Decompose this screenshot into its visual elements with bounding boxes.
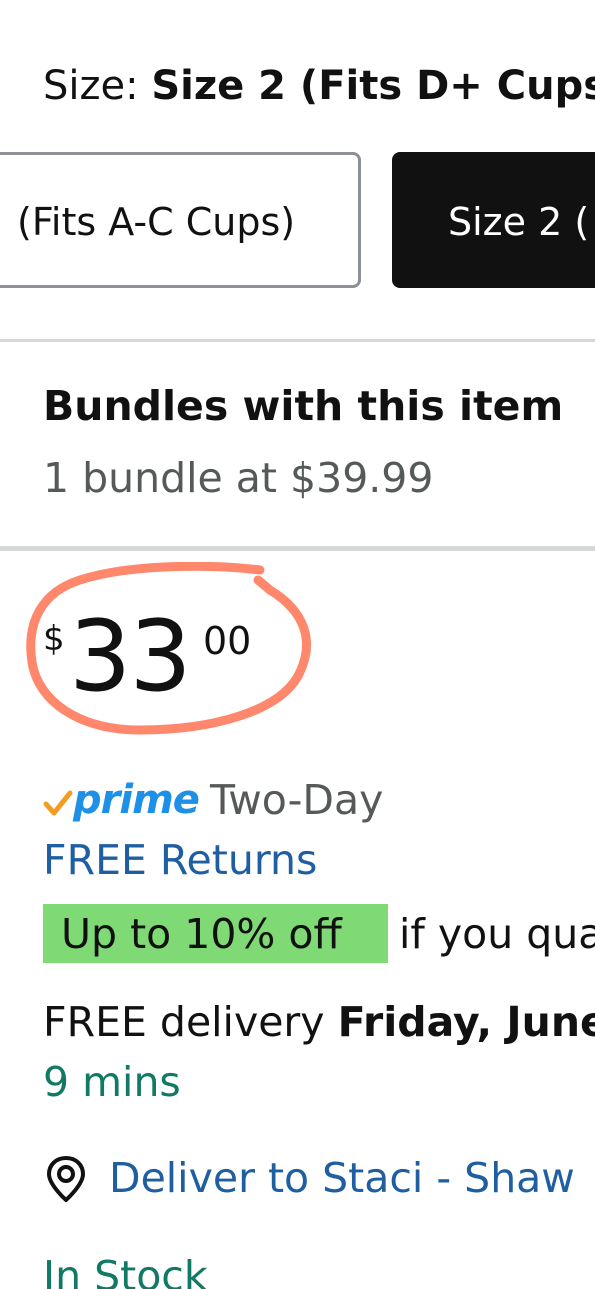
size-label: Size: xyxy=(43,63,152,109)
discount-badge: Up to 10% off xyxy=(43,904,388,963)
bundles-subtitle[interactable]: 1 bundle at $39.99 xyxy=(43,450,433,506)
section-divider xyxy=(0,339,595,342)
size-option-a-c[interactable]: (Fits A-C Cups) xyxy=(0,152,361,288)
bundles-title[interactable]: Bundles with this item xyxy=(43,378,563,434)
size-option-size-2-selected[interactable]: Size 2 ( xyxy=(392,152,595,288)
delivery-info: FREE delivery Friday, June xyxy=(43,994,595,1050)
section-divider xyxy=(0,546,595,551)
delivery-prefix: FREE delivery xyxy=(43,998,338,1046)
prime-shipping-label: Two-Day xyxy=(210,776,384,824)
delivery-date: Friday, June xyxy=(337,998,595,1046)
size-selected-value: Size 2 (Fits D+ Cups) xyxy=(151,63,595,109)
product-detail-page: Size: Size 2 (Fits D+ Cups) (Fits A-C Cu… xyxy=(0,0,595,1289)
size-option-label: Size 2 ( xyxy=(448,200,590,244)
free-returns-link[interactable]: FREE Returns xyxy=(43,832,317,888)
prime-check-icon xyxy=(43,790,73,816)
price-fraction: 00 xyxy=(203,619,252,663)
size-selector-label: Size: Size 2 (Fits D+ Cups) xyxy=(43,58,595,114)
location-pin-icon xyxy=(47,1156,85,1202)
delivery-countdown: 9 mins xyxy=(43,1058,181,1106)
deliver-to-text: Deliver to Staci - Shaw xyxy=(109,1154,575,1202)
price-whole: 33 xyxy=(69,600,192,714)
price-currency-symbol: $ xyxy=(43,619,65,659)
stock-status: In Stock xyxy=(43,1252,208,1289)
discount-condition-text: if you qua xyxy=(399,910,595,958)
size-option-label: (Fits A-C Cups) xyxy=(17,200,296,244)
prime-logo: prime xyxy=(73,777,200,823)
